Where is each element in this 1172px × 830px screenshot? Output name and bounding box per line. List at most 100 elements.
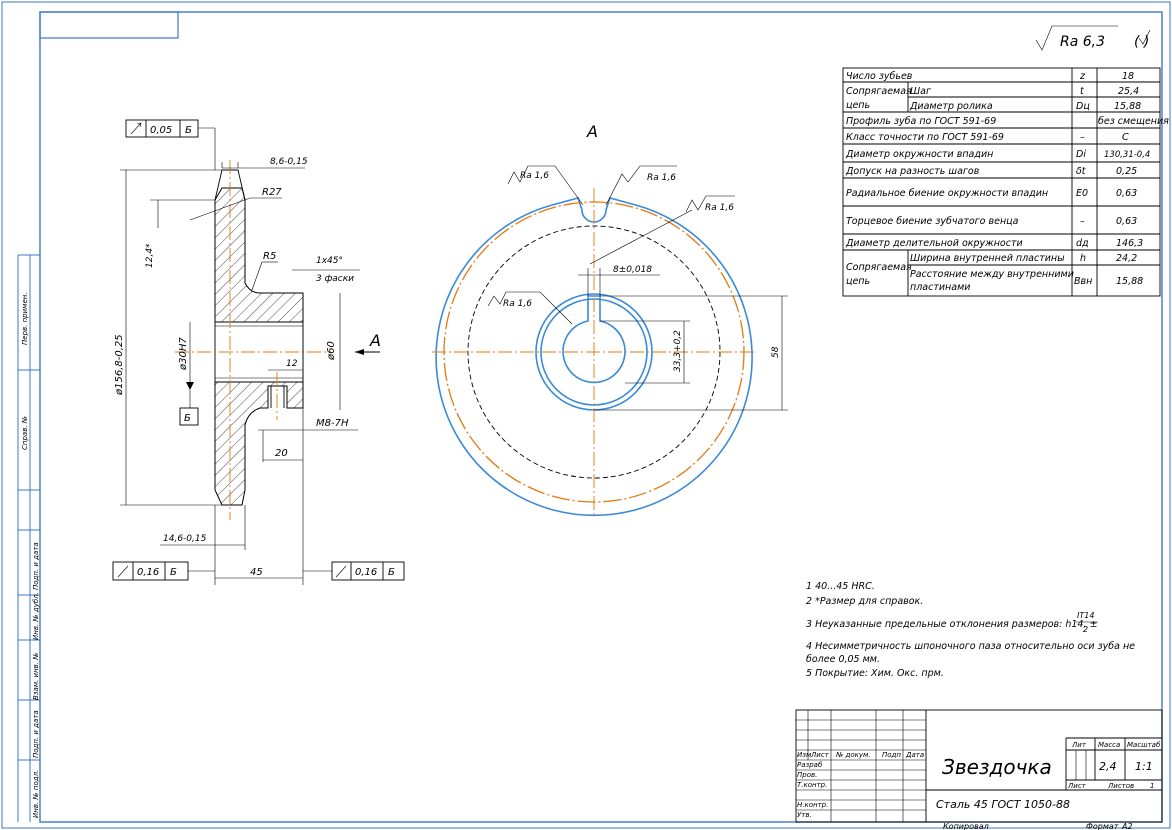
row-plate-width-sym: h <box>1080 253 1086 264</box>
strip-label-5: Взам. инв. № <box>32 652 40 700</box>
row-roller-sym: Dц <box>1076 101 1090 112</box>
radius-r27: R27 <box>262 187 282 198</box>
footer-copied: Копировал <box>943 822 989 830</box>
tb-role-tcontr: Т.контр. <box>797 781 827 789</box>
tb-col-izm: Изм <box>797 751 812 759</box>
tb-sheets-label: Листов <box>1107 782 1134 790</box>
row-pitch-tol-label: Допуск на разность шагов <box>845 166 980 177</box>
general-roughness-value: Ra 6,3 <box>1060 34 1105 50</box>
radius-r5: R5 <box>263 251 276 262</box>
tb-part-name: Звездочка <box>942 755 1052 779</box>
row-face-sym: – <box>1080 216 1085 227</box>
dim-width-top: 8,6-0,15 <box>270 157 308 167</box>
strip-label-4: Инв. № дубл. <box>32 592 40 640</box>
ra-key: Ra 1,6 <box>705 203 734 213</box>
footer-format-label: Формат <box>1086 822 1119 830</box>
strip-label-2: Справ. № <box>21 416 29 450</box>
tol-br-value: 0,16 <box>355 567 377 578</box>
note-2: 2 *Размер для справок. <box>806 596 923 607</box>
row-pitch-tol-val: 0,25 <box>1116 166 1137 177</box>
dim-12: 12 <box>286 359 298 369</box>
dim-bore: ø30Н7 <box>178 337 189 371</box>
dim-124: 12,4* <box>145 243 155 268</box>
footer: Копировал Формат А2 <box>943 822 1133 830</box>
front-view-title: А <box>586 122 598 141</box>
row-pitch-sym: t <box>1080 86 1085 97</box>
row-chain-group-line1: Сопрягаемая <box>846 86 912 97</box>
dim-146: 14,6-0,15 <box>163 534 207 544</box>
row-class-val: С <box>1122 132 1129 143</box>
tol-bl-value: 0,16 <box>137 567 159 578</box>
tb-scale-header: Масштаб <box>1127 741 1161 749</box>
tb-role-dev: Разраб <box>797 761 823 769</box>
row-root-dia-sym: Di <box>1076 149 1086 160</box>
note-3-den: 2 <box>1083 625 1088 634</box>
tb-sheets-count: 1 <box>1150 782 1154 790</box>
tb-sheet-label: Лист <box>1067 782 1087 790</box>
front-view: А Ra 1,6 Ra 1,6 Ra 1,6 8±0,018 Ra 1,6 33… <box>432 122 788 517</box>
tb-col-sign: Подп <box>882 751 901 759</box>
chamfer-label: 1x45° <box>316 256 343 266</box>
tb-role-approve: Утв. <box>797 811 812 819</box>
row-plate-width-val: 24,2 <box>1116 253 1137 264</box>
strip-label-3: Подп. и дата <box>32 542 40 590</box>
ra-top-right: Ra 1,6 <box>647 173 676 183</box>
row-class-label: Класс точности по ГОСТ 591-69 <box>846 132 1004 143</box>
note-1: 1 40...45 HRC. <box>806 581 875 592</box>
tb-material: Сталь 45 ГОСТ 1050-88 <box>936 798 1070 811</box>
row-pitch-dia-sym: dд <box>1076 238 1089 249</box>
dim-45: 45 <box>250 567 263 578</box>
dim-outer-dia: ø156,8-0,25 <box>114 334 125 396</box>
row-root-dia-label: Диаметр окружности впадин <box>845 149 993 160</box>
datum-b: Б <box>184 413 191 424</box>
chamfer-note: 3 фаски <box>316 274 354 284</box>
thread-label: М8-7Н <box>316 418 349 429</box>
section-hatch-upper <box>214 187 304 323</box>
tol-bl-datum: Б <box>170 567 177 578</box>
dim-hub: ø60 <box>326 341 337 361</box>
row-face-label: Торцевое биение зубчатого венца <box>846 216 1019 227</box>
row-radial-sym: E0 <box>1076 188 1088 199</box>
tb-lit-header: Лит <box>1071 741 1087 749</box>
note-4-line2: более 0,05 мм. <box>806 654 880 665</box>
strip-label-7: Инв. № подл. <box>32 770 40 818</box>
row-teeth-val: 18 <box>1122 71 1134 82</box>
row-profile-val: без смещения <box>1098 116 1169 127</box>
note-4-line1: 4 Несимметричность шпоночного паза относ… <box>806 641 1135 652</box>
note-5: 5 Покрытие: Хим. Окс. прм. <box>806 668 944 679</box>
tb-col-list: Лист <box>810 751 830 759</box>
row-chain2-group-line2: цепь <box>846 276 870 287</box>
dim-333: 33,3+0,2 <box>673 330 683 372</box>
row-face-val: 0,63 <box>1116 216 1137 227</box>
tol-top-datum: Б <box>185 125 192 136</box>
row-class-sym: – <box>1080 132 1085 143</box>
dim-58: 58 <box>771 346 781 358</box>
row-plate-gap-label-2: пластинами <box>910 282 970 293</box>
row-radial-label: Радиальное биение окружности впадин <box>846 188 1048 199</box>
tb-col-doc: № докум. <box>835 751 871 759</box>
strip-label-6: Подп. и дата <box>32 710 40 758</box>
technical-notes: 1 40...45 HRC. 2 *Размер для справок. 3 … <box>806 581 1135 679</box>
row-pitch-dia-label: Диаметр делительной окружности <box>845 238 1023 249</box>
tb-mass-header: Масса <box>1098 741 1120 749</box>
tb-role-ncontr: Н.контр. <box>797 801 828 809</box>
section-hatch-lower <box>214 381 304 506</box>
row-roller-val: 15,88 <box>1114 101 1141 112</box>
view-arrow-letter: А <box>369 331 381 350</box>
tol-top-value: 0,05 <box>150 125 172 136</box>
section-view: 45 14,6-0,15 ø156,8-0,25 12,4* R27 8,6-0… <box>112 119 405 585</box>
tol-br-datum: Б <box>388 567 395 578</box>
row-chain2-group-line1: Сопрягаемая <box>846 262 912 273</box>
ra-bore: Ra 1,6 <box>503 299 532 309</box>
row-plate-gap-label-1: Расстояние между внутренними <box>910 269 1074 280</box>
row-teeth-sym: z <box>1079 71 1086 82</box>
dim-20: 20 <box>275 448 288 459</box>
note-3-num: IT14 <box>1077 611 1094 620</box>
ra-top-left: Ra 1,6 <box>520 171 549 181</box>
row-pitch-tol-sym: δt <box>1076 166 1087 177</box>
row-root-dia-val: 130,31-0,4 <box>1104 150 1150 160</box>
row-pitch-dia-val: 146,3 <box>1116 238 1143 249</box>
footer-format-value: А2 <box>1121 822 1133 830</box>
drawing-sheet: Перв. примен. Справ. № Подп. и дата Инв.… <box>1 1 1171 830</box>
row-plate-width-label: Ширина внутренней пластины <box>910 253 1065 264</box>
